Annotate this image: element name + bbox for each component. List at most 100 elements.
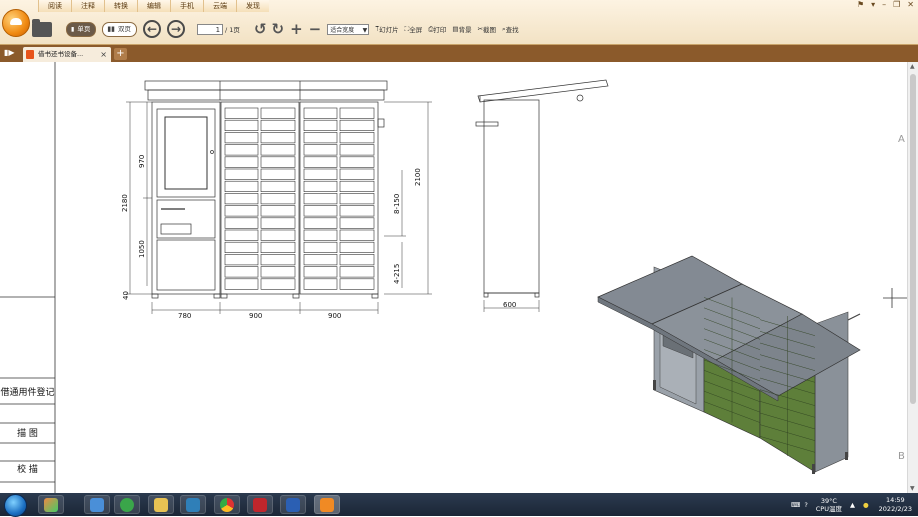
dim-780: 780 xyxy=(178,312,191,320)
close-tab-icon[interactable]: × xyxy=(100,47,107,62)
front-view-drawing xyxy=(144,80,388,299)
zoom-out-icon[interactable]: − xyxy=(309,21,322,37)
word-icon xyxy=(286,497,300,512)
next-page-icon[interactable]: → xyxy=(167,20,186,38)
app-multicolor-icon xyxy=(44,497,58,512)
single-page-label: 单页 xyxy=(77,24,91,33)
system-tray: ⌨ ? 39°C CPU温度 ▲ ● 14:59 2022/2/23 xyxy=(791,493,918,516)
menu-read[interactable]: 阅读 xyxy=(38,0,71,12)
skin-icon[interactable]: ⚑ xyxy=(857,0,864,9)
scroll-up-icon[interactable]: ▲ xyxy=(910,63,915,70)
clock-date: 2022/2/23 xyxy=(878,504,912,513)
double-page-label: 双页 xyxy=(118,24,132,33)
fold-mark-a: A xyxy=(898,134,905,145)
document-tab-title: 借书还书设备... xyxy=(38,50,84,58)
scroll-down-icon[interactable]: ▼ xyxy=(910,485,915,492)
pdf-reader-icon xyxy=(320,497,334,512)
search-label: 查找 xyxy=(505,26,519,34)
open-folder-button[interactable] xyxy=(32,18,52,37)
app-search-icon xyxy=(90,497,104,512)
chrome-icon xyxy=(220,497,234,512)
dim-600: 600 xyxy=(503,301,516,309)
pdf-file-icon xyxy=(26,50,34,59)
sidebar-toggle-icon[interactable]: ▮▶ xyxy=(4,48,15,57)
network-icon[interactable]: ● xyxy=(863,501,869,509)
app-logo-icon[interactable] xyxy=(2,9,30,37)
file-explorer-icon xyxy=(154,497,168,512)
slideshow-button[interactable]: ⍑ 幻灯片 xyxy=(375,24,398,35)
dim-1050: 1050 xyxy=(138,240,146,258)
dim-40: 40 xyxy=(122,291,130,300)
maximize-icon[interactable]: ❐ xyxy=(893,0,900,9)
fullscreen-button[interactable]: ⛶ 全屏 xyxy=(405,24,423,35)
dim-2100: 2100 xyxy=(414,168,422,186)
menu-annotate[interactable]: 注释 xyxy=(71,0,104,12)
taskbar-app-solidworks[interactable] xyxy=(247,495,273,514)
page-number-input[interactable]: 1 xyxy=(197,23,224,35)
taskbar-app-pdf[interactable] xyxy=(314,495,340,514)
front-dimension-lines xyxy=(126,101,432,314)
locker-door-grid xyxy=(224,107,375,290)
ie-browser-icon xyxy=(120,497,134,512)
window-controls: ⚑ ▾ – ❐ ✕ xyxy=(857,0,914,9)
tray-expand-icon[interactable]: ▲ xyxy=(850,501,855,509)
taskbar-app-explorer[interactable] xyxy=(148,495,174,514)
keyboard-icon[interactable]: ⌨ xyxy=(791,501,800,509)
settings-icon[interactable]: ▾ xyxy=(871,0,875,9)
screenshot-label: 截图 xyxy=(483,26,497,34)
side-table-register: 借通用件登记 xyxy=(0,388,55,398)
menu-discover[interactable]: 发现 xyxy=(236,0,269,12)
side-table-check: 校 描 xyxy=(17,465,38,475)
taskbar-app-image[interactable] xyxy=(180,495,206,514)
dim-900-b: 900 xyxy=(328,312,341,320)
single-page-button[interactable]: ▮ 单页 xyxy=(66,21,97,37)
toolbar: ▮单页 ▮▮双页 ← → 1/ 1页 ↺ ↻ +− 适合宽度 ⍑幻灯片 ⛶全屏 ⎙… xyxy=(32,16,525,42)
print-button[interactable]: ⎙ 打印 xyxy=(428,24,447,35)
taskbar-app-chrome[interactable] xyxy=(214,495,240,514)
menu-edit[interactable]: 编辑 xyxy=(137,0,170,12)
scroll-thumb[interactable] xyxy=(910,74,916,404)
close-icon[interactable]: ✕ xyxy=(907,0,914,9)
cpu-temp-value: 39°C xyxy=(820,496,837,505)
drawing-canvas: 970 2180 1050 40 780 900 900 2100 8-150 … xyxy=(0,62,907,493)
fullscreen-label: 全屏 xyxy=(409,26,423,34)
taskbar-app-word[interactable] xyxy=(280,495,306,514)
menu-phone[interactable]: 手机 xyxy=(170,0,203,12)
menu-cloud[interactable]: 云端 xyxy=(203,0,236,12)
new-tab-button[interactable]: + xyxy=(114,48,127,60)
vertical-scrollbar[interactable]: ▲ ▼ xyxy=(907,62,918,493)
zoom-in-icon[interactable]: + xyxy=(290,21,303,37)
print-label: 打印 xyxy=(433,26,447,34)
taskbar-app-browser[interactable] xyxy=(114,495,140,514)
screenshot-button[interactable]: ✂ 截图 xyxy=(478,24,496,34)
double-page-button[interactable]: ▮▮ 双页 xyxy=(102,21,138,37)
dim-970: 970 xyxy=(138,155,146,168)
dim-8-150: 8-150 xyxy=(393,194,401,214)
taskbar-app-color[interactable] xyxy=(38,495,64,514)
prev-page-icon[interactable]: ← xyxy=(143,20,162,38)
help-icon[interactable]: ? xyxy=(804,501,807,509)
start-button[interactable] xyxy=(4,494,27,517)
fold-mark-b: B xyxy=(898,451,905,462)
ribbon: 阅读 注释 转换 编辑 手机 云端 发现 ⚑ ▾ – ❐ ✕ ▮ 单页 ▮▮ 双页 … xyxy=(0,0,918,45)
rotate-right-icon[interactable]: ↻ xyxy=(272,21,285,37)
rotate-left-icon[interactable]: ↺ xyxy=(254,21,267,37)
cpu-temperature: 39°C CPU温度 xyxy=(816,497,842,513)
cpu-temp-label: CPU温度 xyxy=(815,504,842,513)
menu-convert[interactable]: 转换 xyxy=(104,0,137,12)
document-view: 970 2180 1050 40 780 900 900 2100 8-150 … xyxy=(0,62,907,493)
zoom-select[interactable]: 适合宽度 xyxy=(327,23,370,36)
minimize-icon[interactable]: – xyxy=(882,0,886,9)
clock[interactable]: 14:59 2022/2/23 xyxy=(879,496,912,514)
solidworks-icon xyxy=(253,497,267,512)
folder-icon xyxy=(32,18,52,37)
taskbar: ⌨ ? 39°C CPU温度 ▲ ● 14:59 2022/2/23 xyxy=(0,493,918,517)
image-viewer-icon xyxy=(186,497,200,512)
document-tab[interactable]: 借书还书设备... × xyxy=(23,47,111,62)
search-button[interactable]: ⌕ 查找 xyxy=(502,24,519,35)
clock-time: 14:59 xyxy=(885,495,905,504)
side-table-trace: 描 图 xyxy=(17,429,38,439)
taskbar-app-search[interactable] xyxy=(84,495,110,514)
background-button[interactable]: ▤ 背景 xyxy=(452,24,471,34)
tab-bar: ▮▶ 借书还书设备... × + xyxy=(0,45,918,62)
